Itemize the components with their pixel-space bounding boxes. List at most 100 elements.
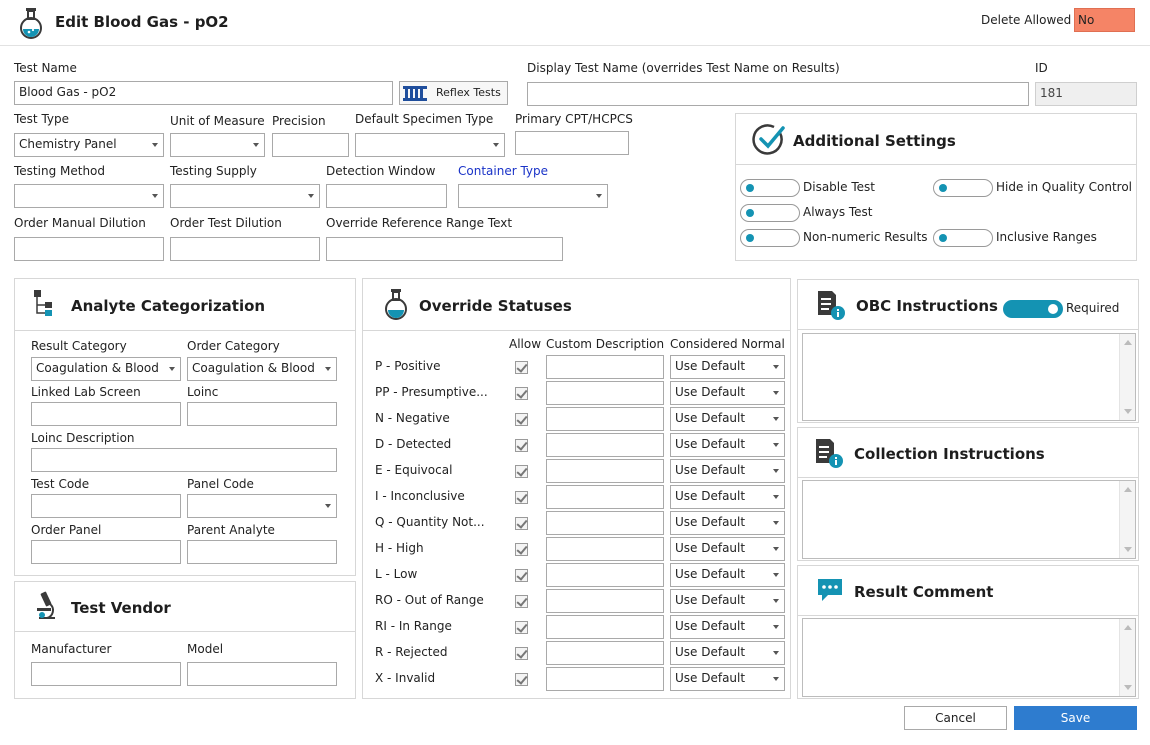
order-panel-label: Order Panel (31, 523, 102, 537)
unit-select[interactable] (170, 133, 265, 157)
considered-normal-select[interactable]: Use Default (670, 589, 785, 613)
custom-description-input[interactable] (546, 511, 664, 535)
allow-checkbox[interactable] (515, 361, 528, 374)
display-name-input[interactable] (527, 82, 1029, 106)
save-button[interactable]: Save (1014, 706, 1137, 730)
override-status-label: Q - Quantity Not... (375, 515, 485, 529)
override-status-label: X - Invalid (375, 671, 436, 685)
override-status-label: H - High (375, 541, 424, 555)
custom-description-input[interactable] (546, 641, 664, 665)
header-divider (0, 45, 1150, 46)
parent-analyte-input[interactable] (187, 540, 337, 564)
considered-normal-select[interactable]: Use Default (670, 459, 785, 483)
custom-description-input[interactable] (546, 485, 664, 509)
considered-normal-select[interactable]: Use Default (670, 407, 785, 431)
custom-description-input[interactable] (546, 537, 664, 561)
delete-allowed-toggle[interactable]: No (1074, 8, 1135, 32)
linked-lab-label: Linked Lab Screen (31, 385, 141, 399)
considered-normal-select[interactable]: Use Default (670, 355, 785, 379)
test-name-input[interactable]: Blood Gas - pO2 (14, 81, 393, 105)
custom-description-input[interactable] (546, 355, 664, 379)
custom-description-input[interactable] (546, 381, 664, 405)
result-category-select[interactable]: Coagulation & Blood (31, 357, 181, 381)
hide-qc-toggle[interactable] (933, 179, 993, 197)
considered-normal-select[interactable]: Use Default (670, 511, 785, 535)
considered-normal-select[interactable]: Use Default (670, 641, 785, 665)
panel-code-select[interactable] (187, 494, 337, 518)
test-dilution-input[interactable] (170, 237, 320, 261)
allow-checkbox[interactable] (515, 491, 528, 504)
order-panel-input[interactable] (31, 540, 181, 564)
allow-checkbox[interactable] (515, 621, 528, 634)
custom-description-input[interactable] (546, 667, 664, 691)
result-comment-textarea[interactable] (802, 618, 1136, 697)
test-code-input[interactable] (31, 494, 181, 518)
panel-code-label: Panel Code (187, 477, 254, 491)
considered-normal-select[interactable]: Use Default (670, 615, 785, 639)
considered-normal-select[interactable]: Use Default (670, 537, 785, 561)
loinc-label: Loinc (187, 385, 219, 399)
considered-normal-value: Use Default (675, 671, 746, 685)
required-toggle[interactable] (1003, 300, 1063, 318)
model-input[interactable] (187, 662, 337, 686)
allow-checkbox[interactable] (515, 569, 528, 582)
allow-checkbox[interactable] (515, 517, 528, 530)
considered-normal-select[interactable]: Use Default (670, 667, 785, 691)
linked-lab-input[interactable] (31, 402, 181, 426)
cancel-button[interactable]: Cancel (904, 706, 1007, 730)
non-numeric-toggle[interactable] (740, 229, 800, 247)
considered-normal-select[interactable]: Use Default (670, 433, 785, 457)
disable-test-toggle[interactable] (740, 179, 800, 197)
window-input[interactable] (326, 184, 447, 208)
obc-textarea[interactable] (802, 333, 1136, 421)
container-label[interactable]: Container Type (458, 164, 548, 178)
collection-title: Collection Instructions (854, 445, 1045, 463)
custom-description-input[interactable] (546, 433, 664, 457)
loinc-input[interactable] (187, 402, 337, 426)
specimen-select[interactable] (355, 133, 505, 157)
collection-textarea[interactable] (802, 480, 1136, 559)
allow-checkbox[interactable] (515, 439, 528, 452)
allow-checkbox[interactable] (515, 387, 528, 400)
delete-allowed-value: No (1078, 13, 1095, 27)
loinc-description-input[interactable] (31, 448, 337, 472)
order-category-label: Order Category (187, 339, 280, 353)
allow-checkbox[interactable] (515, 647, 528, 660)
order-category-select[interactable]: Coagulation & Blood (187, 357, 337, 381)
override-status-label: RO - Out of Range (375, 593, 484, 607)
allow-checkbox[interactable] (515, 465, 528, 478)
considered-normal-select[interactable]: Use Default (670, 563, 785, 587)
custom-description-input[interactable] (546, 407, 664, 431)
result-category-label: Result Category (31, 339, 127, 353)
method-select[interactable] (14, 184, 164, 208)
considered-normal-select[interactable]: Use Default (670, 381, 785, 405)
test-type-select[interactable]: Chemistry Panel (14, 133, 164, 157)
always-test-toggle[interactable] (740, 204, 800, 222)
non-numeric-label: Non-numeric Results (803, 230, 928, 244)
inclusive-toggle[interactable] (933, 229, 993, 247)
custom-description-input[interactable] (546, 563, 664, 587)
considered-normal-value: Use Default (675, 437, 746, 451)
custom-description-input[interactable] (546, 615, 664, 639)
precision-input[interactable] (272, 133, 349, 157)
id-label: ID (1035, 61, 1048, 75)
reflex-tests-button[interactable]: Reflex Tests (399, 81, 508, 105)
considered-normal-select[interactable]: Use Default (670, 485, 785, 509)
override-status-label: I - Inconclusive (375, 489, 465, 503)
manual-dilution-input[interactable] (14, 237, 164, 261)
custom-description-input[interactable] (546, 589, 664, 613)
allow-checkbox[interactable] (515, 543, 528, 556)
window-label: Detection Window (326, 164, 436, 178)
custom-description-input[interactable] (546, 459, 664, 483)
allow-checkbox[interactable] (515, 673, 528, 686)
override-range-input[interactable] (326, 237, 563, 261)
considered-normal-value: Use Default (675, 619, 746, 633)
cpt-input[interactable] (515, 131, 629, 155)
container-select[interactable] (458, 184, 608, 208)
analyte-title: Analyte Categorization (71, 297, 266, 315)
manufacturer-input[interactable] (31, 662, 181, 686)
allow-checkbox[interactable] (515, 413, 528, 426)
allow-checkbox[interactable] (515, 595, 528, 608)
precision-label: Precision (272, 114, 326, 128)
supply-select[interactable] (170, 184, 320, 208)
